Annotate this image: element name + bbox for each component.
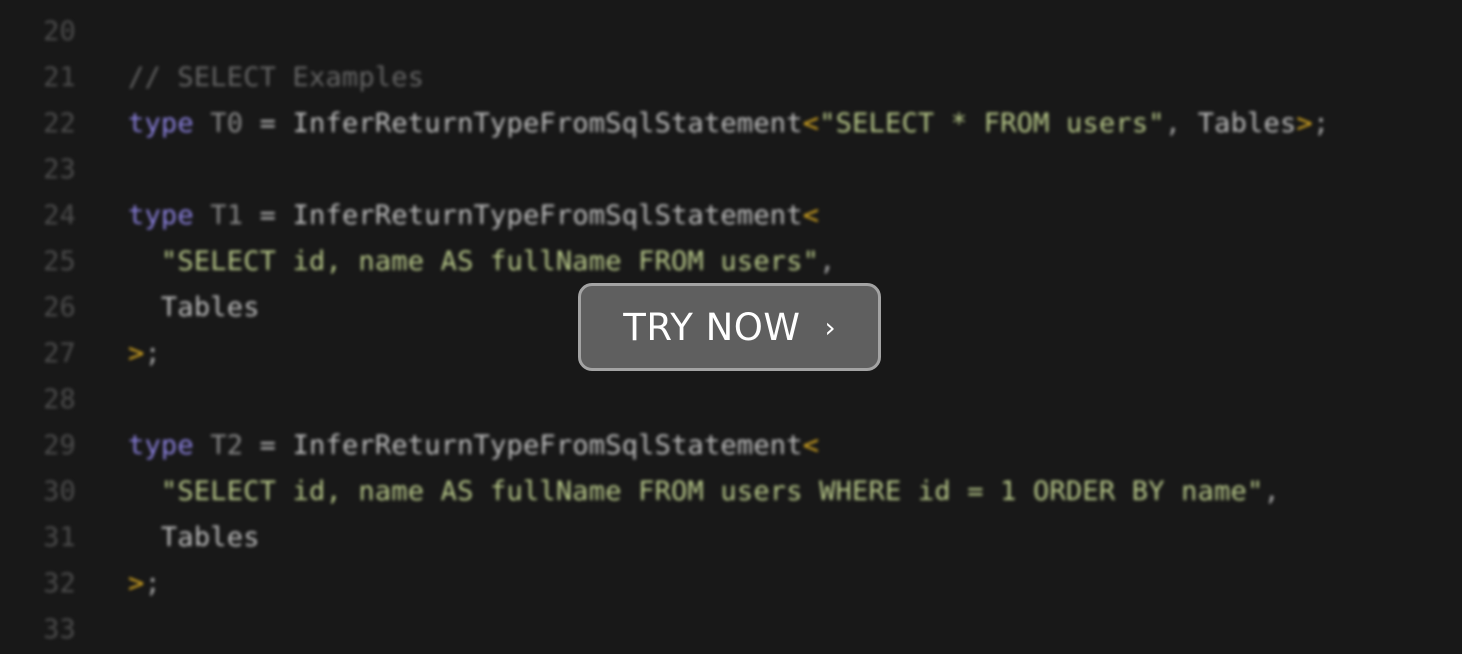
- line-number: 20: [43, 16, 76, 47]
- code-token: InferReturnTypeFromSqlStatement: [292, 108, 803, 139]
- line-number: 25: [43, 246, 76, 277]
- line-number: 28: [43, 384, 76, 415]
- code-token: >: [128, 568, 145, 599]
- code-line: 21 // SELECT Examples: [0, 55, 1462, 101]
- code-token: <: [802, 430, 820, 461]
- code-line: 32 >;: [0, 561, 1462, 607]
- code-token: ,: [1164, 108, 1198, 139]
- code-token: Tables: [160, 292, 260, 323]
- code-preview-panel: 20 21 // SELECT Examples 22 type T0 = InferR…: [0, 0, 1462, 654]
- code-token: ;: [144, 338, 161, 369]
- code-line: 31 Tables: [0, 515, 1462, 561]
- chevron-right-icon: ›: [824, 310, 836, 344]
- code-token: =: [243, 108, 293, 139]
- code-token: T2: [210, 430, 244, 461]
- code-content: "SELECT id, name AS fullName FROM users"…: [128, 239, 836, 285]
- code-content: type T0 = InferReturnTypeFromSqlStatemen…: [128, 101, 1329, 147]
- line-number: 32: [43, 568, 76, 599]
- code-content: Tables: [128, 285, 260, 331]
- code-line: 22 type T0 = InferReturnTypeFromSqlStatem…: [0, 101, 1462, 147]
- code-content: type T2 = InferReturnTypeFromSqlStatemen…: [128, 423, 819, 469]
- code-token: >: [1296, 108, 1313, 139]
- code-content: >;: [128, 561, 161, 607]
- code-line: 28: [0, 377, 1462, 423]
- code-line: 30 "SELECT id, name AS fullName FROM use…: [0, 469, 1462, 515]
- code-line: 29 type T2 = InferReturnTypeFromSqlStatem…: [0, 423, 1462, 469]
- code-token: T0: [210, 108, 244, 139]
- code-token: Tables: [160, 522, 260, 553]
- code-token: ;: [1312, 108, 1330, 139]
- code-token: "SELECT id, name AS fullName FROM users": [160, 246, 820, 277]
- code-line: 20: [0, 9, 1462, 55]
- code-token: <: [802, 200, 820, 231]
- code-token: =: [243, 200, 293, 231]
- line-number: 33: [43, 614, 76, 645]
- code-content: >;: [128, 331, 161, 377]
- code-token: ,: [819, 246, 836, 277]
- try-now-button[interactable]: TRY NOW ›: [578, 283, 881, 371]
- code-line: 25 "SELECT id, name AS fullName FROM use…: [0, 239, 1462, 285]
- code-token: "SELECT id, name AS fullName FROM users …: [160, 476, 1264, 507]
- code-token: ;: [144, 568, 161, 599]
- line-number: 24: [43, 200, 76, 231]
- code-token: type: [128, 430, 194, 461]
- code-token: InferReturnTypeFromSqlStatement: [292, 200, 803, 231]
- code-token: =: [243, 430, 293, 461]
- code-content: "SELECT id, name AS fullName FROM users …: [128, 469, 1280, 515]
- code-token: <: [802, 108, 820, 139]
- code-token: // SELECT Examples: [128, 62, 425, 93]
- code-content: type T1 = InferReturnTypeFromSqlStatemen…: [128, 193, 819, 239]
- code-token: type: [128, 108, 194, 139]
- line-number: 27: [43, 338, 76, 369]
- line-number: 21: [43, 62, 76, 93]
- code-token: type: [128, 200, 194, 231]
- code-token: T1: [210, 200, 244, 231]
- code-line: 24 type T1 = InferReturnTypeFromSqlStatem…: [0, 193, 1462, 239]
- line-number: 26: [43, 292, 76, 323]
- code-token: ,: [1263, 476, 1280, 507]
- code-token: "SELECT * FROM users": [819, 108, 1165, 139]
- code-line: 33: [0, 607, 1462, 653]
- code-content: // SELECT Examples: [128, 55, 424, 101]
- try-now-label: TRY NOW: [623, 305, 801, 349]
- code-token: Tables: [1197, 108, 1297, 139]
- code-token: InferReturnTypeFromSqlStatement: [292, 430, 803, 461]
- line-number: 31: [43, 522, 76, 553]
- code-content: Tables: [128, 515, 260, 561]
- code-token: >: [128, 338, 145, 369]
- line-number: 30: [43, 476, 76, 507]
- line-number: 22: [43, 108, 76, 139]
- code-line: 23: [0, 147, 1462, 193]
- line-number: 23: [43, 154, 76, 185]
- line-number: 29: [43, 430, 76, 461]
